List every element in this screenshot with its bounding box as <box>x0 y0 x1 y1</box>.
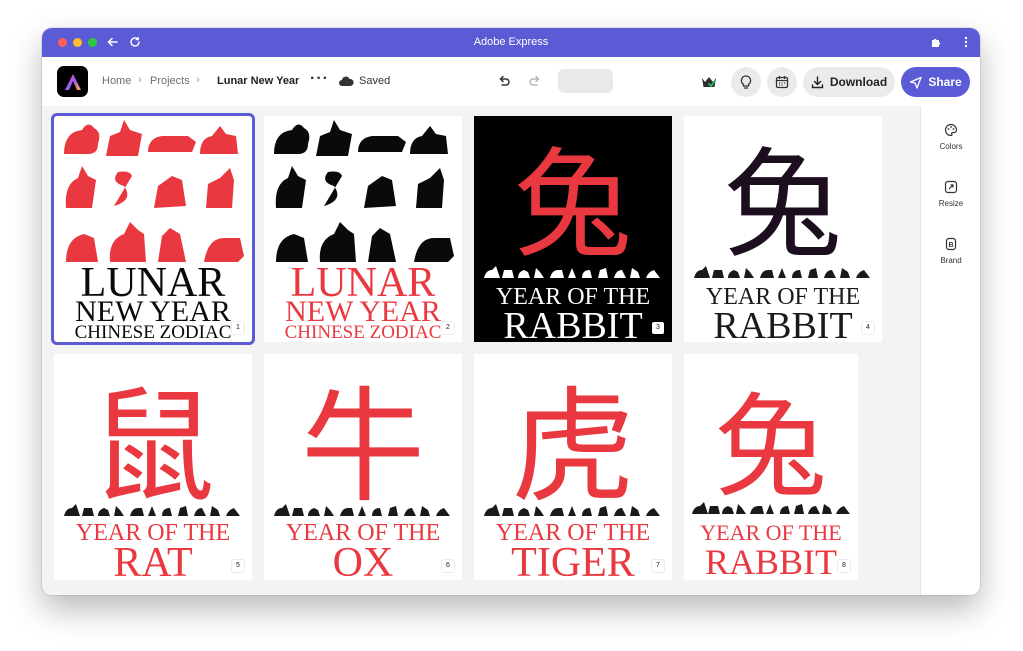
app-header: Home › Projects › Lunar New Year ··· Sav… <box>42 57 980 107</box>
brand-icon: B <box>943 236 959 252</box>
puzzle-icon[interactable] <box>928 34 944 50</box>
page-thumbnail[interactable]: 虎 YEAR OF THE TIGER 7 <box>474 354 672 580</box>
breadcrumb-home[interactable]: Home <box>102 75 131 87</box>
page-number: 4 <box>862 322 874 334</box>
adobe-express-logo[interactable] <box>57 66 88 97</box>
page-subheadline: RABBIT <box>503 305 642 342</box>
page-number: 8 <box>838 560 850 572</box>
share-button[interactable]: Share <box>901 67 970 97</box>
page-subheadline: OX <box>333 540 394 580</box>
page-tagline: CHINESE ZODIAC <box>285 322 442 342</box>
document-size-selector[interactable] <box>558 69 613 93</box>
zodiac-poster-art: 鼠 YEAR OF THE RAT <box>64 376 240 580</box>
page-subheadline: RAT <box>113 540 192 580</box>
title-bar: Adobe Express <box>42 28 980 57</box>
zodiac-poster-art: 兔 YEAR OF THE RABBIT <box>692 383 850 580</box>
more-dots-icon[interactable]: ··· <box>310 70 329 88</box>
page-thumbnail[interactable]: LUNAR NEW YEAR CHINESE ZODIAC 1 <box>51 113 255 345</box>
page-thumbnail[interactable]: 兔 YEAR OF THE RABBIT 4 <box>684 116 882 342</box>
page-number: 2 <box>442 322 454 334</box>
page-subheadline: RABBIT <box>705 542 837 580</box>
right-panel: Colors Resize B Brand <box>920 106 980 595</box>
brand-label: Brand <box>940 256 962 265</box>
page-thumbnail[interactable]: 鼠 YEAR OF THE RAT 5 <box>54 354 252 580</box>
breadcrumb-separator: › <box>196 74 200 86</box>
undo-icon[interactable] <box>495 72 513 90</box>
resize-icon <box>943 179 959 195</box>
palette-icon <box>943 122 959 138</box>
page-tagline: CHINESE ZODIAC <box>75 322 232 342</box>
zodiac-character: 兔 <box>514 136 632 274</box>
zodiac-poster-art: 兔 YEAR OF THE RABBIT <box>694 136 870 342</box>
zodiac-character: 兔 <box>715 383 827 513</box>
zodiac-character: 兔 <box>724 136 842 274</box>
save-status: Saved <box>359 75 391 87</box>
page-subheadline: RABBIT <box>713 305 852 342</box>
page-number: 5 <box>232 560 244 572</box>
zodiac-poster-art: LUNAR NEW YEAR CHINESE ZODIAC <box>64 120 244 342</box>
colors-label: Colors <box>939 142 963 151</box>
svg-text:B: B <box>948 242 953 249</box>
page-thumbnail[interactable]: 兔 YEAR OF THE RABBIT 3 <box>474 116 672 342</box>
lightbulb-icon[interactable] <box>731 67 761 97</box>
download-label: Download <box>829 75 888 89</box>
app-window: Adobe Express Home › Projects › Lunar Ne… <box>42 28 980 595</box>
page-subheadline: TIGER <box>511 540 635 580</box>
resize-label: Resize <box>938 199 964 208</box>
resize-button[interactable]: Resize <box>921 179 980 208</box>
zodiac-character: 鼠 <box>91 376 215 520</box>
window-title: Adobe Express <box>473 36 549 48</box>
breadcrumb-projects[interactable]: Projects <box>150 75 190 87</box>
page-number: 7 <box>652 560 664 572</box>
brand-button[interactable]: B Brand <box>921 236 980 265</box>
redo-icon[interactable] <box>526 72 544 90</box>
page-number: 6 <box>442 560 454 572</box>
breadcrumb-separator: › <box>138 74 142 86</box>
page-thumbnail[interactable]: 兔 YEAR OF THE RABBIT 8 <box>684 354 858 580</box>
page-thumbnail[interactable]: 牛 YEAR OF THE OX 6 <box>264 354 462 580</box>
zodiac-poster-art: 虎 YEAR OF THE TIGER <box>484 376 660 580</box>
cloud-icon <box>338 74 354 92</box>
share-label: Share <box>928 75 962 89</box>
send-icon <box>910 76 922 89</box>
zodiac-character: 牛 <box>301 376 425 520</box>
colors-button[interactable]: Colors <box>921 122 980 151</box>
zodiac-poster-art: 兔 YEAR OF THE RABBIT <box>484 136 660 342</box>
download-icon <box>811 75 824 88</box>
zodiac-character: 虎 <box>511 376 635 520</box>
page-number: 1 <box>232 322 244 334</box>
download-button[interactable]: Download <box>803 67 895 97</box>
kebab-icon[interactable] <box>958 34 974 50</box>
zodiac-poster-art: LUNAR NEW YEAR CHINESE ZODIAC <box>274 120 454 342</box>
calendar-icon[interactable] <box>767 67 797 97</box>
zodiac-poster-art: 牛 YEAR OF THE OX <box>274 376 450 580</box>
page-number: 3 <box>652 322 664 334</box>
breadcrumb-current[interactable]: Lunar New Year <box>217 75 299 87</box>
page-grid: LUNAR NEW YEAR CHINESE ZODIAC 1 LUNAR NE… <box>42 106 920 595</box>
page-thumbnail[interactable]: LUNAR NEW YEAR CHINESE ZODIAC 2 <box>264 116 462 342</box>
crown-check-icon[interactable] <box>694 67 724 97</box>
